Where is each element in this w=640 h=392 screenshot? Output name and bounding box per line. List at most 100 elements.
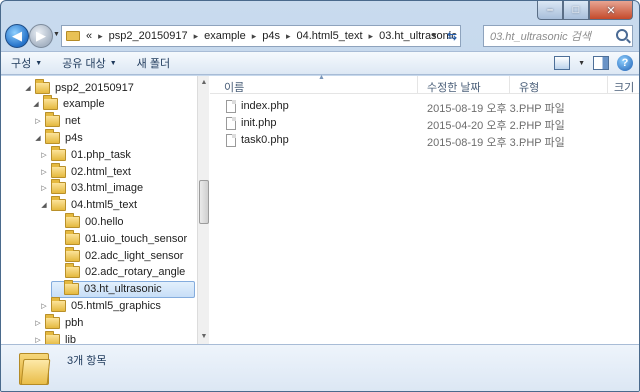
forward-button[interactable]: ▶ — [29, 24, 53, 48]
breadcrumb-ht-ultrasonic[interactable]: 03.ht_ultrasonic — [379, 30, 457, 42]
tree-item[interactable]: ◢ psp2_20150917 — [23, 78, 134, 96]
change-view-icon[interactable] — [554, 56, 571, 70]
tree-item[interactable]: 02.adc_light_sensor — [53, 246, 184, 264]
column-date[interactable]: 수정한 날짜 — [427, 79, 481, 95]
breadcrumb-separator-icon[interactable]: ▸ — [252, 31, 257, 42]
expand-icon[interactable]: ▷ — [33, 117, 43, 125]
scroll-down-icon[interactable]: ▼ — [198, 330, 210, 344]
folder-icon — [51, 296, 66, 312]
tree-item-label: lib — [65, 333, 77, 345]
scroll-up-icon[interactable]: ▲ — [198, 76, 210, 90]
tree-item[interactable]: ▷ lib — [33, 330, 77, 345]
tree-item-label: 00.hello — [85, 215, 124, 228]
tree-scrollbar[interactable]: ▲ ▼ — [197, 76, 209, 344]
address-bar[interactable]: « ▸ psp2_20150917 ▸ example ▸ p4s ▸ 04.h… — [61, 25, 461, 47]
tree-item[interactable]: 03.ht_ultrasonic — [51, 280, 195, 298]
file-row[interactable]: task0.php 2015-08-19 오후 3... PHP 파일 — [210, 132, 639, 149]
breadcrumb-separator-icon[interactable]: ▸ — [194, 31, 199, 42]
breadcrumb-separator-icon[interactable]: ▸ — [286, 31, 291, 42]
search-input[interactable]: 03.ht_ultrasonic 검색 — [490, 28, 591, 44]
forward-arrow-icon: ▶ — [36, 28, 46, 43]
column-divider[interactable] — [509, 76, 510, 94]
search-box[interactable]: 03.ht_ultrasonic 검색 — [483, 25, 633, 47]
breadcrumb-p4s[interactable]: p4s — [262, 30, 280, 42]
chevron-down-icon: ▼ — [35, 59, 43, 67]
folder-icon — [35, 78, 50, 94]
expand-icon[interactable]: ▷ — [39, 302, 49, 310]
new-folder-button[interactable]: 새 폴더 — [127, 55, 180, 71]
column-size[interactable]: 크기 — [614, 79, 634, 95]
organize-label: 구성 — [11, 58, 32, 70]
expand-icon[interactable]: ▷ — [39, 151, 49, 159]
preview-pane-icon[interactable] — [593, 56, 609, 70]
breadcrumb-psp2[interactable]: psp2_20150917 — [109, 30, 188, 42]
tree-item[interactable]: ▷ 01.php_task — [39, 145, 131, 163]
share-button[interactable]: 공유 대상 ▼ — [52, 55, 126, 71]
maximize-button[interactable]: □ — [563, 1, 589, 20]
recent-pages-dropdown[interactable]: ▼ — [53, 31, 60, 38]
column-divider[interactable] — [607, 76, 608, 94]
tree-item[interactable]: ▷ pbh — [33, 313, 83, 331]
tree-item-label: p4s — [65, 131, 83, 144]
folder-icon — [45, 313, 60, 329]
breadcrumb-html5-text[interactable]: 04.html5_text — [297, 30, 363, 42]
php-file-icon — [226, 100, 236, 113]
tree-item[interactable]: 01.uio_touch_sensor — [53, 229, 187, 247]
file-name: index.php — [241, 100, 289, 112]
tree-item[interactable]: ◢ 04.html5_text — [39, 196, 137, 214]
navigation-tree: ◢ psp2_20150917 ◢ example ▷ net ◢ p4s ▷ 01.php_ta… — [1, 76, 197, 344]
breadcrumb-example[interactable]: example — [204, 30, 246, 42]
tree-item[interactable]: ▷ 02.html_text — [39, 162, 131, 180]
refresh-icon[interactable]: ⇆ — [447, 29, 457, 43]
file-type: PHP 파일 — [519, 120, 565, 132]
tree-item[interactable]: ▷ 05.html5_graphics — [39, 296, 161, 314]
column-name[interactable]: 이름 — [224, 79, 244, 95]
file-row[interactable]: init.php 2015-04-20 오후 2... PHP 파일 — [210, 115, 639, 132]
expand-icon[interactable]: ▷ — [33, 336, 43, 344]
tree-item[interactable]: ◢ example — [31, 95, 105, 113]
details-pane: 3개 항목 — [1, 344, 639, 391]
breadcrumb-separator-icon[interactable]: ▸ — [369, 31, 374, 42]
search-icon[interactable] — [616, 29, 628, 41]
tree-item-label: 02.html_text — [71, 165, 131, 178]
tree-item[interactable]: ▷ 03.html_image — [39, 179, 143, 197]
expand-icon[interactable]: ▷ — [39, 184, 49, 192]
close-button[interactable]: ✕ — [589, 1, 633, 20]
folder-icon — [65, 246, 80, 262]
expand-icon[interactable]: ▷ — [33, 319, 43, 327]
chevron-down-icon: ▼ — [109, 59, 117, 67]
collapse-icon[interactable]: ◢ — [31, 100, 41, 108]
back-button[interactable]: ◀ — [5, 24, 29, 48]
address-dropdown-icon[interactable]: ▼ — [430, 31, 438, 40]
tree-item-label: example — [63, 98, 105, 111]
folder-icon — [45, 330, 60, 344]
sort-ascending-icon: ▲ — [318, 74, 325, 81]
help-icon[interactable]: ? — [617, 55, 633, 71]
file-date: 2015-04-20 오후 2... — [427, 120, 525, 132]
tree-item[interactable]: 00.hello — [53, 212, 124, 230]
breadcrumb-separator-icon[interactable]: ▸ — [98, 31, 103, 42]
folder-icon — [51, 162, 66, 178]
collapse-icon[interactable]: ◢ — [23, 84, 33, 92]
file-row[interactable]: index.php 2015-08-19 오후 3... PHP 파일 — [210, 98, 639, 115]
file-name: task0.php — [241, 134, 289, 146]
folder-icon — [45, 128, 60, 144]
tree-item-label: 02.adc_light_sensor — [85, 249, 184, 262]
column-divider[interactable] — [417, 76, 418, 94]
column-type[interactable]: 유형 — [519, 79, 539, 95]
breadcrumb-overflow[interactable]: « — [86, 30, 92, 42]
tree-item[interactable]: ◢ p4s — [33, 128, 83, 146]
folder-icon — [65, 263, 80, 279]
tree-item[interactable]: 02.adc_rotary_angle — [53, 263, 185, 281]
collapse-icon[interactable]: ◢ — [39, 201, 49, 209]
php-file-icon — [226, 117, 236, 130]
tree-item[interactable]: ▷ net — [33, 112, 80, 130]
scroll-thumb[interactable] — [199, 180, 209, 224]
item-count: 3개 항목 — [67, 355, 107, 367]
minimize-button[interactable]: – — [537, 1, 563, 20]
expand-icon[interactable]: ▷ — [39, 168, 49, 176]
collapse-icon[interactable]: ◢ — [33, 134, 43, 142]
folder-icon — [51, 145, 66, 161]
organize-button[interactable]: 구성 ▼ — [1, 55, 52, 71]
view-options-dropdown-icon[interactable]: ▼ — [578, 60, 585, 67]
